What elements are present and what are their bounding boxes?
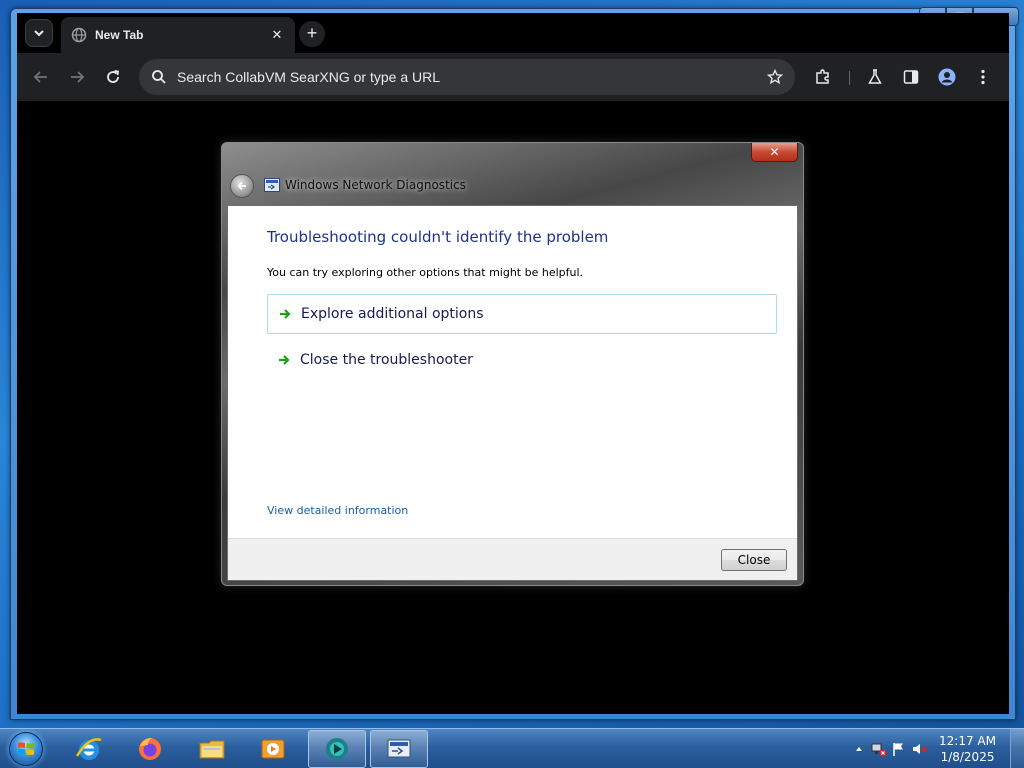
- toolbar-divider: [849, 71, 850, 85]
- clock-time: 12:17 AM: [939, 734, 996, 748]
- flag-icon: [893, 743, 904, 756]
- extensions-button[interactable]: [813, 67, 833, 87]
- chevron-up-icon: [856, 747, 863, 751]
- forward-button[interactable]: [65, 65, 89, 89]
- network-error-icon: [871, 743, 887, 757]
- side-panel-icon: [903, 70, 919, 84]
- taskbar: 12:17 AM 1/8/2025: [0, 728, 1024, 768]
- option-label: Explore additional options: [301, 306, 484, 322]
- tab-title: New Tab: [95, 28, 144, 42]
- new-tab-button[interactable]: +: [299, 21, 325, 47]
- system-tray: 12:17 AM 1/8/2025: [849, 729, 1024, 768]
- explore-additional-options-link[interactable]: Explore additional options: [267, 294, 777, 334]
- view-detailed-information-link[interactable]: View detailed information: [267, 504, 408, 517]
- taskbar-network-diagnostics[interactable]: [370, 730, 428, 768]
- show-desktop-button[interactable]: [1010, 729, 1024, 768]
- tray-action-center-icon[interactable]: [889, 739, 909, 759]
- collabvm-app-icon: [326, 738, 348, 760]
- tab-close-icon[interactable]: ✕: [269, 27, 285, 43]
- option-label: Close the troubleshooter: [300, 352, 473, 368]
- dialog-title: Windows Network Diagnostics: [285, 178, 466, 192]
- volume-muted-icon: [913, 744, 927, 754]
- taskbar-media-player[interactable]: [244, 730, 302, 768]
- dialog-body: Troubleshooting couldn't identify the pr…: [227, 205, 798, 581]
- taskbar-firefox[interactable]: [121, 730, 179, 768]
- tab-search-button[interactable]: [25, 19, 53, 47]
- avatar-icon: [938, 68, 956, 86]
- network-diagnostics-icon: [264, 178, 280, 192]
- taskbar-collabvm-app[interactable]: [308, 730, 366, 768]
- clock-date: 1/8/2025: [940, 750, 995, 764]
- tray-volume-icon[interactable]: [909, 739, 929, 759]
- file-explorer-icon: [199, 740, 225, 759]
- browser-toolbar: Search CollabVM SearXNG or type a URL: [17, 53, 1009, 101]
- search-icon: [152, 70, 166, 84]
- back-button[interactable]: [29, 65, 53, 89]
- side-panel-button[interactable]: [901, 67, 921, 87]
- taskbar-file-explorer[interactable]: [183, 730, 241, 768]
- green-arrow-icon: [279, 355, 290, 365]
- close-troubleshooter-link[interactable]: Close the troubleshooter: [267, 340, 777, 380]
- globe-icon: [71, 27, 87, 43]
- network-diagnostics-icon: [387, 739, 411, 758]
- dialog-back-button[interactable]: [230, 174, 254, 198]
- reload-button[interactable]: [101, 65, 125, 89]
- profile-button[interactable]: [937, 67, 957, 87]
- tab-strip: New Tab ✕ +: [17, 13, 1009, 53]
- chevron-down-icon: [34, 30, 44, 37]
- flask-icon: [868, 69, 882, 84]
- arrow-left-icon: [237, 181, 246, 191]
- green-arrow-icon: [280, 309, 291, 319]
- arrow-right-icon: [71, 71, 85, 83]
- tray-network-icon[interactable]: [869, 739, 889, 759]
- dialog-footer: Close: [228, 538, 797, 580]
- network-diagnostics-dialog: ✕ Windows Network Diagnostics Troublesho…: [221, 142, 804, 586]
- media-player-icon: [261, 739, 285, 759]
- star-icon[interactable]: [767, 69, 783, 85]
- address-bar[interactable]: Search CollabVM SearXNG or type a URL: [139, 59, 795, 95]
- dialog-close-button[interactable]: ✕: [751, 143, 798, 162]
- taskbar-internet-explorer[interactable]: [60, 730, 118, 768]
- dialog-subtext: You can try exploring other options that…: [267, 266, 584, 279]
- reload-icon: [107, 70, 120, 83]
- arrow-left-icon: [33, 71, 47, 83]
- menu-button[interactable]: [973, 67, 993, 87]
- start-button[interactable]: [6, 730, 46, 768]
- close-button[interactable]: Close: [721, 549, 787, 571]
- windows-logo-icon: [9, 732, 43, 766]
- firefox-icon: [139, 738, 161, 760]
- tab-new-tab[interactable]: New Tab ✕: [61, 17, 295, 53]
- labs-button[interactable]: [865, 67, 885, 87]
- taskbar-clock[interactable]: 12:17 AM 1/8/2025: [939, 733, 996, 765]
- dialog-heading: Troubleshooting couldn't identify the pr…: [267, 228, 609, 246]
- address-bar-placeholder: Search CollabVM SearXNG or type a URL: [177, 69, 440, 85]
- show-hidden-icons-button[interactable]: [849, 739, 869, 759]
- puzzle-icon: [816, 69, 829, 84]
- kebab-menu-icon: [981, 69, 985, 85]
- internet-explorer-icon: [75, 738, 102, 760]
